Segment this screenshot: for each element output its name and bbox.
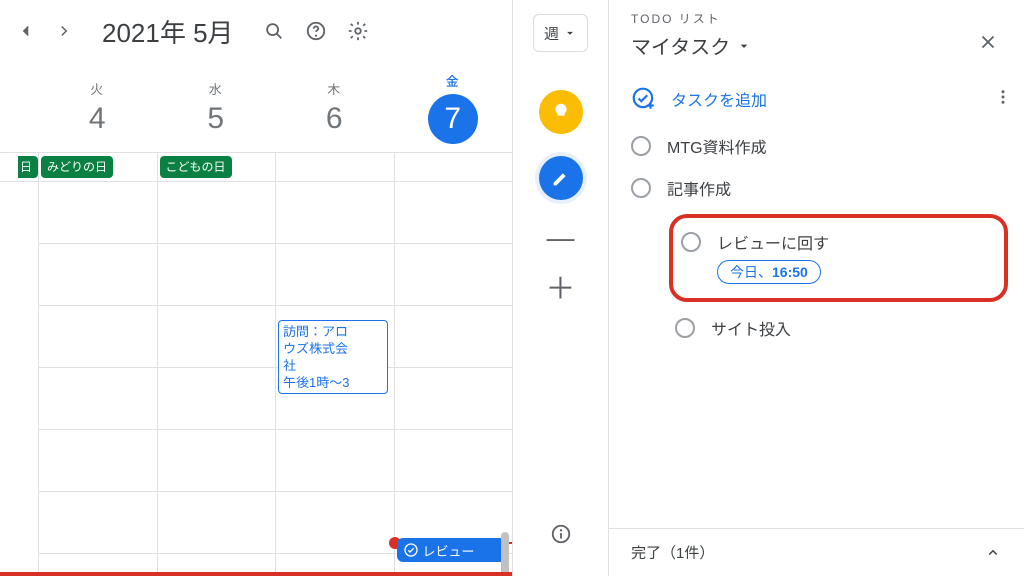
- task-title: レビューに回す: [717, 230, 829, 254]
- task-chip-label: レビュー: [423, 541, 475, 560]
- lightbulb-icon: [550, 101, 572, 123]
- search-icon: [263, 20, 285, 42]
- grid-col[interactable]: [38, 182, 157, 576]
- task-title: サイト投入: [711, 316, 791, 340]
- calendar-task-chip[interactable]: レビュー: [397, 538, 507, 562]
- side-divider-button[interactable]: —: [547, 222, 575, 250]
- day-number: 5: [207, 102, 224, 136]
- holiday-chip[interactable]: こどもの日: [160, 156, 232, 178]
- chevron-up-icon: [984, 544, 1002, 562]
- dow-label: 金: [446, 71, 460, 90]
- help-button[interactable]: [296, 11, 336, 51]
- day-number: 7: [428, 94, 478, 144]
- allday-cell[interactable]: [394, 153, 513, 181]
- close-icon: [977, 31, 999, 53]
- caret-down-icon: [736, 38, 752, 54]
- allday-cell[interactable]: みどりの日: [38, 153, 157, 181]
- event-time: 午後1時～3: [283, 374, 383, 391]
- task-list-selector[interactable]: マイタスク: [631, 31, 752, 60]
- day-col-fri-today[interactable]: 金 7: [394, 62, 513, 152]
- event-title-line: 訪問：アロ: [283, 323, 383, 340]
- check-circle-icon: [403, 542, 419, 558]
- day-col-wed[interactable]: 水 5: [157, 62, 276, 152]
- view-selector[interactable]: 週: [533, 14, 588, 52]
- completed-section-toggle[interactable]: 完了（1件）: [609, 528, 1024, 576]
- chevron-left-icon: [17, 22, 35, 40]
- side-strip: 週 — ＋: [513, 0, 609, 576]
- tasks-sidepanel-button[interactable]: [539, 156, 583, 200]
- calendar-header: 2021年 5月: [0, 0, 512, 62]
- dow-label: 火: [90, 79, 104, 98]
- gear-icon: [347, 20, 369, 42]
- task-complete-toggle[interactable]: [631, 136, 651, 156]
- search-button[interactable]: [254, 11, 294, 51]
- allday-chip[interactable]: 日: [18, 156, 38, 178]
- calendar-title: 2021年 5月: [84, 13, 252, 50]
- dow-label: 木: [327, 79, 341, 98]
- grid-col[interactable]: 訪問：アロ ウズ株式会 社 午後1時～3: [275, 182, 394, 576]
- task-title: MTG資料作成: [667, 134, 767, 158]
- more-vert-icon: [994, 88, 1012, 106]
- pencil-icon: [550, 167, 572, 189]
- allday-cell[interactable]: こどもの日: [157, 153, 276, 181]
- scrollbar-thumb[interactable]: [501, 532, 509, 576]
- annotation-highlight: レビューに回す 今日、16:50: [669, 214, 1008, 302]
- calendar-event[interactable]: 訪問：アロ ウズ株式会 社 午後1時～3: [278, 320, 388, 394]
- day-number: 4: [89, 102, 106, 136]
- task-item[interactable]: 記事作成: [631, 172, 1008, 204]
- event-title-line: ウズ株式会: [283, 340, 383, 357]
- task-list-name: マイタスク: [631, 31, 730, 60]
- prev-button[interactable]: [8, 13, 44, 49]
- add-task-label: タスクを追加: [671, 87, 767, 111]
- highlight-underline: [0, 572, 512, 576]
- holiday-chip[interactable]: みどりの日: [41, 156, 113, 178]
- add-sidepanel-button[interactable]: ＋: [546, 264, 576, 308]
- task-item[interactable]: レビューに回す 今日、16:50: [681, 226, 964, 288]
- day-col-tue[interactable]: 火 4: [38, 62, 157, 152]
- task-complete-toggle[interactable]: [631, 178, 651, 198]
- completed-label: 完了（1件）: [631, 542, 714, 563]
- add-task-button[interactable]: タスクを追加: [631, 86, 767, 112]
- day-header: 火 4 水 5 木 6 金 7: [0, 62, 512, 152]
- chevron-right-icon: [55, 22, 73, 40]
- view-label: 週: [544, 23, 559, 44]
- add-task-row: タスクを追加: [609, 76, 1024, 130]
- info-icon: [550, 523, 572, 545]
- settings-button[interactable]: [338, 11, 378, 51]
- task-complete-toggle[interactable]: [675, 318, 695, 338]
- event-title-line: 社: [283, 357, 383, 374]
- day-col-thu[interactable]: 木 6: [275, 62, 394, 152]
- tasks-supertitle: TODO リスト: [631, 10, 752, 27]
- add-task-icon: [631, 86, 657, 112]
- close-button[interactable]: [970, 24, 1006, 60]
- next-button[interactable]: [46, 13, 82, 49]
- task-item[interactable]: MTG資料作成: [631, 130, 1008, 162]
- task-list: MTG資料作成 記事作成 レビューに回す 今日、16:50 サイト投入: [609, 130, 1024, 344]
- tasks-header: TODO リスト マイタスク: [609, 0, 1024, 76]
- allday-row: 日 みどりの日 こどもの日: [0, 152, 512, 182]
- dow-label: 水: [209, 79, 223, 98]
- grid-col[interactable]: [157, 182, 276, 576]
- task-item[interactable]: サイト投入: [631, 312, 1008, 344]
- more-options-button[interactable]: [994, 88, 1012, 111]
- time-grid[interactable]: 訪問：アロ ウズ株式会 社 午後1時～3 レビュー: [0, 182, 512, 576]
- task-complete-toggle[interactable]: [681, 232, 701, 252]
- info-button[interactable]: [541, 514, 581, 554]
- calendar-pane: 2021年 5月 火 4 水 5 木 6: [0, 0, 513, 576]
- tasks-panel: TODO リスト マイタスク タスクを追加: [609, 0, 1024, 576]
- grid-col-today[interactable]: レビュー: [394, 182, 513, 576]
- day-number: 6: [326, 102, 343, 136]
- keep-sidepanel-button[interactable]: [539, 90, 583, 134]
- allday-cell[interactable]: [275, 153, 394, 181]
- caret-down-icon: [563, 26, 577, 40]
- task-title: 記事作成: [667, 176, 731, 200]
- task-due-chip[interactable]: 今日、16:50: [717, 260, 821, 284]
- help-icon: [305, 20, 327, 42]
